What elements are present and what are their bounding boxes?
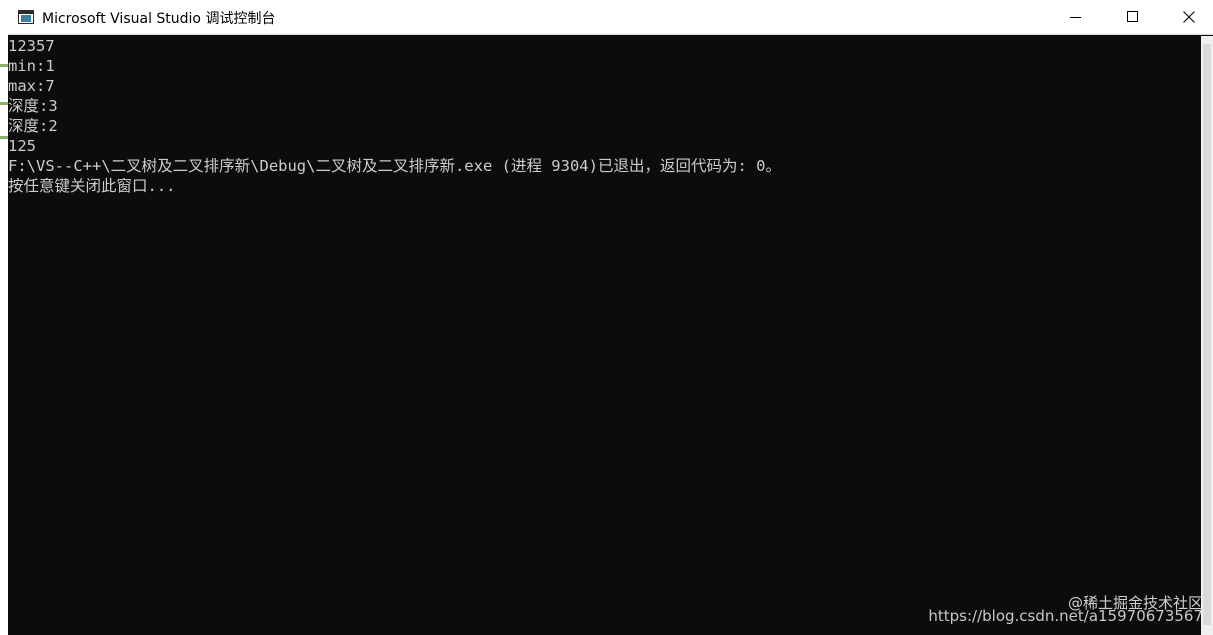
edge-marker xyxy=(0,102,8,105)
minimize-button[interactable] xyxy=(1053,0,1099,34)
maximize-button[interactable] xyxy=(1110,0,1156,34)
console-window: Microsoft Visual Studio 调试控制台 12357 min:… xyxy=(8,0,1213,635)
watermark: https://blog.csdn.net/a15970673567 @稀土掘金… xyxy=(928,594,1203,625)
watermark-brand: @稀土掘金技术社区 xyxy=(1067,594,1203,612)
scrollbar-thumb[interactable] xyxy=(1203,44,1211,625)
console-line: 按任意键关闭此窗口... xyxy=(8,177,176,195)
console-line: 深度:3 xyxy=(8,97,58,115)
console-line: 125 xyxy=(8,137,36,155)
left-edge-strip xyxy=(0,0,8,635)
edge-marker xyxy=(0,64,8,67)
title-bar[interactable]: Microsoft Visual Studio 调试控制台 xyxy=(8,0,1213,35)
minimize-icon xyxy=(1070,17,1081,18)
close-icon xyxy=(1183,11,1195,23)
maximize-icon xyxy=(1127,11,1138,22)
console-line: 12357 xyxy=(8,37,55,55)
console-app-icon[interactable] xyxy=(18,10,34,24)
console-line: F:\VS--C++\二叉树及二叉排序新\Debug\二叉树及二叉排序新.exe… xyxy=(8,157,781,175)
console-line: min:1 xyxy=(8,57,55,75)
window-title: Microsoft Visual Studio 调试控制台 xyxy=(42,11,276,27)
console-line: max:7 xyxy=(8,77,55,95)
vertical-scrollbar[interactable] xyxy=(1201,36,1213,635)
console-output[interactable]: 12357 min:1 max:7 深度:3 深度:2 125 F:\VS--C… xyxy=(8,36,1201,635)
console-line: 深度:2 xyxy=(8,117,58,135)
edge-marker xyxy=(0,136,8,139)
close-button[interactable] xyxy=(1167,0,1213,34)
